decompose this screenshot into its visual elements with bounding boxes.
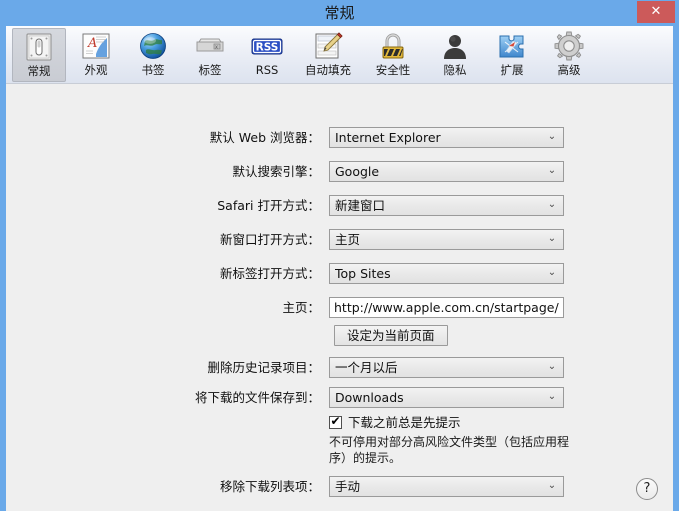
combobox-value: Top Sites: [335, 264, 543, 283]
combobox-safari-opens-with[interactable]: 新建窗口 ⌄: [329, 195, 564, 216]
download-prompt-checkbox-row: ✔ 下载之前总是先提示: [329, 414, 589, 432]
toolbar-item-rss[interactable]: RSS RSS: [240, 28, 294, 82]
toolbar-item-privacy[interactable]: 隐私: [428, 28, 482, 82]
combobox-value: Downloads: [335, 388, 543, 407]
general-preferences-form: 默认 Web 浏览器： Internet Explorer ⌄ 默认搜索引擎： …: [6, 84, 673, 511]
combobox-save-downloads-to[interactable]: Downloads ⌄: [329, 387, 564, 408]
chevron-down-icon: ⌄: [546, 128, 558, 147]
row-new-tab-opens-with: 新标签打开方式： Top Sites ⌄: [6, 263, 673, 285]
label-default-search-engine: 默认搜索引擎：: [6, 161, 320, 183]
combobox-remove-history-items[interactable]: 一个月以后 ⌄: [329, 357, 564, 378]
set-homepage-button[interactable]: 设定为当前页面: [334, 325, 448, 346]
combobox-value: Google: [335, 162, 543, 181]
toolbar-item-autofill[interactable]: 自动填充: [297, 28, 359, 82]
rss-icon: RSS: [251, 30, 283, 62]
tabs-icon: x: [194, 30, 226, 62]
advanced-gear-icon: [553, 30, 585, 62]
homepage-value: http://www.apple.com.cn/startpage/: [334, 298, 559, 317]
combobox-remove-download-list-items[interactable]: 手动 ⌄: [329, 476, 564, 497]
chevron-down-icon: ⌄: [546, 358, 558, 377]
check-icon: ✔: [330, 414, 341, 428]
toolbar-item-label: 隐私: [428, 63, 482, 78]
question-mark-icon: ?: [637, 479, 657, 499]
download-prompt-checkbox[interactable]: ✔: [329, 416, 342, 429]
row-default-search-engine: 默认搜索引擎： Google ⌄: [6, 161, 673, 183]
toolbar-item-appearance[interactable]: A 外观: [69, 28, 123, 82]
toolbar-item-label: 高级: [542, 63, 596, 78]
row-remove-history-items: 删除历史记录项目： 一个月以后 ⌄: [6, 357, 673, 379]
row-homepage: 主页： http://www.apple.com.cn/startpage/: [6, 297, 673, 319]
svg-text:x: x: [215, 44, 218, 50]
toolbar-item-bookmarks[interactable]: 书签: [126, 28, 180, 82]
svg-text:RSS: RSS: [256, 42, 279, 54]
combobox-new-tab-opens-with[interactable]: Top Sites ⌄: [329, 263, 564, 284]
row-default-browser: 默认 Web 浏览器： Internet Explorer ⌄: [6, 127, 673, 149]
toolbar-item-extensions[interactable]: 扩展: [485, 28, 539, 82]
security-lock-icon: [377, 30, 409, 62]
combobox-value: 主页: [335, 230, 543, 249]
toolbar-item-label: 安全性: [362, 63, 424, 78]
label-save-downloads-to: 将下载的文件保存到：: [6, 387, 320, 409]
label-homepage: 主页：: [6, 297, 320, 319]
toolbar-item-security[interactable]: 安全性: [362, 28, 424, 82]
title-bar: 常规 ✕: [0, 0, 679, 26]
bookmarks-globe-icon: [137, 30, 169, 62]
toolbar-item-tabs[interactable]: x 标签: [183, 28, 237, 82]
chevron-down-icon: ⌄: [546, 230, 558, 249]
row-new-window-opens-with: 新窗口打开方式： 主页 ⌄: [6, 229, 673, 251]
combobox-value: Internet Explorer: [335, 128, 543, 147]
chevron-down-icon: ⌄: [546, 162, 558, 181]
chevron-down-icon: ⌄: [546, 264, 558, 283]
toolbar-item-label: 自动填充: [297, 63, 359, 78]
row-safari-opens-with: Safari 打开方式： 新建窗口 ⌄: [6, 195, 673, 217]
label-remove-history-items: 删除历史记录项目：: [6, 357, 320, 379]
combobox-value: 新建窗口: [335, 196, 543, 215]
combobox-value: 手动: [335, 477, 543, 496]
preferences-window: 常规 ✕: [0, 0, 679, 511]
row-save-downloads-to: 将下载的文件保存到： Downloads ⌄: [6, 387, 673, 409]
combobox-default-browser[interactable]: Internet Explorer ⌄: [329, 127, 564, 148]
appearance-document-icon: A: [80, 30, 112, 62]
toolbar-item-label: 常规: [13, 64, 65, 79]
combobox-default-search-engine[interactable]: Google ⌄: [329, 161, 564, 182]
label-remove-download-list-items: 移除下载列表项：: [6, 476, 320, 498]
combobox-value: 一个月以后: [335, 358, 543, 377]
label-new-window-opens-with: 新窗口打开方式：: [6, 229, 320, 251]
label-new-tab-opens-with: 新标签打开方式：: [6, 263, 320, 285]
svg-text:A: A: [87, 36, 97, 51]
toolbar-item-label: RSS: [240, 63, 294, 78]
label-default-browser: 默认 Web 浏览器：: [6, 127, 320, 149]
window-client-area: 常规 A: [6, 26, 673, 511]
chevron-down-icon: ⌄: [546, 477, 558, 496]
preferences-toolbar: 常规 A: [6, 26, 673, 84]
help-button[interactable]: ?: [636, 478, 658, 500]
download-note-text: 不可停用对部分高风险文件类型（包括应用程序）的提示。: [329, 434, 574, 466]
row-set-homepage: 设定为当前页面: [6, 325, 673, 347]
close-button[interactable]: ✕: [637, 1, 675, 23]
toolbar-item-advanced[interactable]: 高级: [542, 28, 596, 82]
chevron-down-icon: ⌄: [546, 196, 558, 215]
combobox-new-window-opens-with[interactable]: 主页 ⌄: [329, 229, 564, 250]
toolbar-item-general[interactable]: 常规: [12, 28, 66, 82]
toolbar-item-label: 书签: [126, 63, 180, 78]
toolbar-item-label: 外观: [69, 63, 123, 78]
chevron-down-icon: ⌄: [546, 388, 558, 407]
row-remove-download-list-items: 移除下载列表项： 手动 ⌄: [6, 476, 673, 498]
autofill-pencil-icon: [312, 30, 344, 62]
download-prompt-checkbox-label: 下载之前总是先提示: [348, 414, 461, 432]
window-title: 常规: [0, 0, 679, 26]
label-safari-opens-with: Safari 打开方式：: [6, 195, 320, 217]
homepage-input[interactable]: http://www.apple.com.cn/startpage/: [329, 297, 564, 318]
toolbar-item-label: 扩展: [485, 63, 539, 78]
toolbar-item-label: 标签: [183, 63, 237, 78]
privacy-person-icon: [439, 30, 471, 62]
close-icon: ✕: [637, 1, 675, 23]
general-switch-icon: [23, 31, 55, 63]
extensions-puzzle-icon: [496, 30, 528, 62]
